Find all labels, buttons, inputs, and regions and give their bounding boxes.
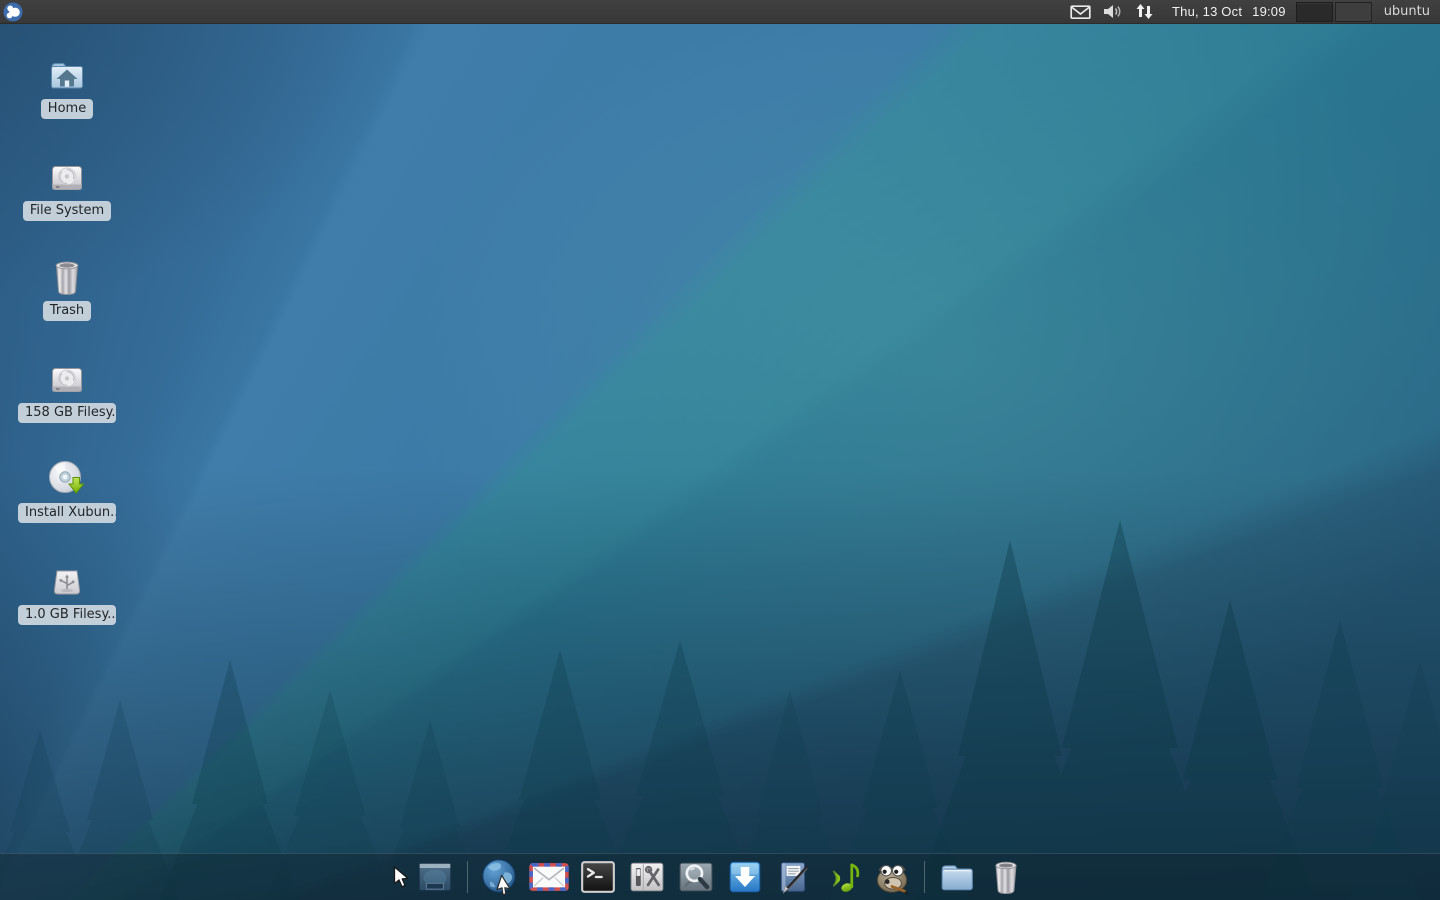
show-desktop-icon xyxy=(416,858,454,896)
clock[interactable]: Thu, 13 Oct 19:09 xyxy=(1166,0,1296,24)
dock-web-browser-button[interactable] xyxy=(480,857,520,897)
desktop-icon-1gb-filesystem[interactable]: 1.0 GB Filesy... xyxy=(18,560,116,625)
username-label: ubuntu xyxy=(1384,4,1430,19)
dock-panel xyxy=(0,853,1440,900)
install-cd-icon xyxy=(46,458,88,500)
applications-menu-button[interactable] xyxy=(0,0,26,24)
desktop-icon-label: 1.0 GB Filesy... xyxy=(18,605,116,625)
desktop-icon-label: 158 GB Filesy... xyxy=(18,403,116,423)
messages-indicator[interactable] xyxy=(1068,0,1093,24)
dock-software-updater-button[interactable] xyxy=(725,857,765,897)
magnifier-finder-icon xyxy=(677,858,715,896)
dock-mail-reader-button[interactable] xyxy=(529,857,569,897)
xubuntu-logo-icon xyxy=(3,2,23,22)
network-indicator[interactable] xyxy=(1133,0,1156,24)
wallpaper xyxy=(0,0,1440,900)
trash-icon xyxy=(988,857,1024,897)
workspace-1[interactable] xyxy=(1296,2,1333,22)
settings-icon xyxy=(628,858,666,896)
dock-gimp-button[interactable] xyxy=(872,857,912,897)
workspace-2[interactable] xyxy=(1335,2,1372,22)
music-note-icon xyxy=(824,858,862,896)
updown-arrows-icon xyxy=(1135,3,1154,20)
desktop-icon-label: Install Xubun... xyxy=(18,503,116,523)
workspace-switcher xyxy=(1296,0,1372,24)
hard-drive-icon xyxy=(47,158,87,198)
desktop-icon-label: File System xyxy=(23,201,111,221)
desktop-icon-home[interactable]: Home xyxy=(18,54,116,119)
dock-application-finder-button[interactable] xyxy=(676,857,716,897)
dock-audio-player-button[interactable] xyxy=(823,857,863,897)
clock-time: 19:09 xyxy=(1252,4,1286,19)
dock-separator xyxy=(467,861,468,893)
dock-notes-button[interactable] xyxy=(774,857,814,897)
desktop-icon-install-xubuntu[interactable]: Install Xubun... xyxy=(18,458,116,523)
desktop-icon-158gb-filesystem[interactable]: 158 GB Filesy... xyxy=(18,358,116,423)
indicator-area xyxy=(1068,0,1156,24)
desktop-icon-file-system[interactable]: File System xyxy=(18,156,116,221)
dock-terminal-button[interactable] xyxy=(578,857,618,897)
folder-icon xyxy=(938,858,976,896)
terminal-icon xyxy=(579,858,617,896)
desktop-icon-trash[interactable]: Trash xyxy=(18,256,116,321)
speaker-icon xyxy=(1102,3,1124,20)
dock-settings-manager-button[interactable] xyxy=(627,857,667,897)
gimp-wilber-icon xyxy=(872,858,912,896)
home-folder-icon xyxy=(47,56,87,96)
hard-drive-icon xyxy=(47,360,87,400)
desktop-icon-label: Trash xyxy=(43,301,91,321)
clock-date: Thu, 13 Oct xyxy=(1172,4,1242,19)
dock-separator xyxy=(924,861,925,893)
notebook-pen-icon xyxy=(775,858,813,896)
removable-drive-icon xyxy=(47,562,87,602)
volume-indicator[interactable] xyxy=(1100,0,1126,24)
dock-trash-button[interactable] xyxy=(986,857,1026,897)
dock-show-desktop-button[interactable] xyxy=(415,857,455,897)
download-arrow-icon xyxy=(726,858,764,896)
globe-browser-icon xyxy=(480,857,520,897)
dock-file-manager-button[interactable] xyxy=(937,857,977,897)
envelope-icon xyxy=(1070,4,1091,20)
desktop-icon-label: Home xyxy=(41,99,93,119)
airmail-envelope-icon xyxy=(529,858,569,896)
trash-icon xyxy=(47,256,87,298)
top-panel: Thu, 13 Oct 19:09 ubuntu xyxy=(0,0,1440,24)
